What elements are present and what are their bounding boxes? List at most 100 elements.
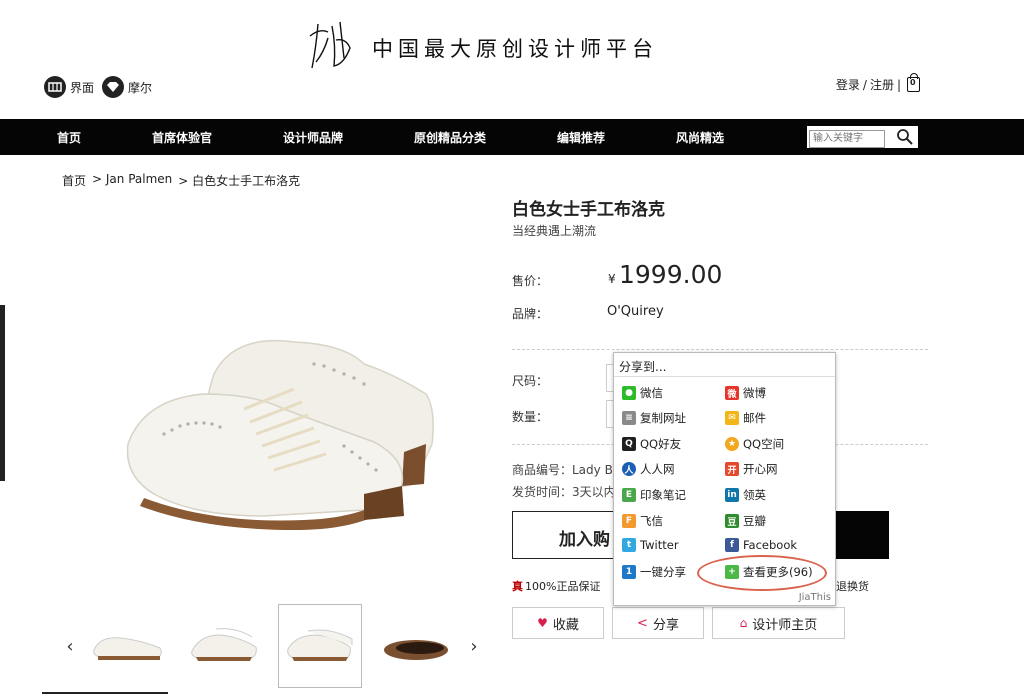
copy-url-icon: ≡ — [622, 411, 636, 425]
register-link[interactable]: 注册 — [870, 76, 894, 93]
annotation-circle — [697, 555, 827, 591]
facebook-icon: f — [725, 538, 739, 552]
moer-logo-icon — [102, 76, 125, 98]
share-item-label: Twitter — [640, 538, 679, 552]
thumbnail-selected[interactable] — [278, 604, 362, 688]
separator: / — [862, 77, 867, 92]
cart-icon[interactable]: 0 — [907, 73, 920, 92]
share-item-label: 人人网 — [640, 462, 675, 476]
share-qzone[interactable]: ★ QQ空间 — [725, 436, 784, 452]
share-one-click[interactable]: 1 一键分享 — [622, 564, 686, 580]
share-copy-url[interactable]: ≡ 复制网址 — [622, 410, 686, 426]
designer-home-label: 设计师主页 — [752, 617, 818, 633]
brand-value[interactable]: O'Quirey — [607, 304, 664, 319]
login-link[interactable]: 登录 — [836, 76, 860, 93]
share-douban[interactable]: 豆豆瓣 — [725, 513, 766, 529]
sku-line: 商品编号：Lady B — [512, 463, 613, 477]
evernote-icon: E — [622, 488, 636, 502]
share-mail[interactable]: ✉ 邮件 — [725, 410, 766, 426]
breadcrumb-current: > 白色女士手工布洛克 — [178, 174, 301, 188]
mail-icon: ✉ — [725, 411, 739, 425]
share-fetion[interactable]: F 飞信 — [622, 513, 663, 529]
twitter-icon: t — [622, 538, 636, 552]
share-item-label: 豆瓣 — [743, 514, 766, 528]
side-tab[interactable] — [0, 305, 5, 481]
size-label: 尺码： — [512, 374, 549, 388]
share-item-label: 领英 — [743, 488, 766, 502]
fetion-icon: F — [622, 514, 636, 528]
share-linkedin[interactable]: in 领英 — [725, 487, 766, 503]
product-subtitle: 当经典遇上潮流 — [512, 224, 597, 238]
cart-count: 0 — [910, 78, 916, 87]
qq-icon: Q — [622, 437, 636, 451]
share-wechat[interactable]: ● 微信 — [622, 385, 663, 401]
authentic-mark: 真 — [512, 580, 523, 593]
jiemian-logo-icon — [44, 76, 66, 98]
share-twitter[interactable]: t Twitter — [622, 538, 679, 552]
buy-now-button[interactable] — [828, 511, 889, 559]
kaixin-icon: 开 — [725, 462, 739, 476]
nav-chief-experience[interactable]: 首席体验官 — [152, 129, 212, 146]
brand-label: 品牌： — [512, 307, 549, 321]
product-price: 1999.00 — [619, 260, 723, 289]
share-facebook[interactable]: f Facebook — [725, 538, 797, 552]
share-popup-title: 分享到... — [614, 353, 835, 377]
thumbnail-strip: ‹ › — [60, 604, 484, 688]
share-qq-friend[interactable]: Q QQ好友 — [622, 436, 681, 452]
thumbnail[interactable] — [182, 604, 266, 688]
quantity-label: 数量： — [512, 410, 549, 424]
breadcrumb-home[interactable]: 首页 — [62, 172, 86, 189]
jiathis-brand[interactable]: JiaThis — [799, 592, 831, 603]
nav-designer-brands[interactable]: 设计师品牌 — [283, 129, 343, 146]
thumb-prev-chevron-icon[interactable]: ‹ — [60, 636, 80, 657]
partner-moer[interactable]: 摩尔 — [102, 76, 152, 98]
thumbnail[interactable] — [86, 604, 170, 688]
site-slogan: 中国最大原创设计师平台 — [372, 37, 658, 61]
share-label: 分享 — [652, 617, 679, 633]
nav-home[interactable]: 首页 — [57, 129, 81, 146]
share-item-label: 微信 — [640, 386, 663, 400]
thumb-next-chevron-icon[interactable]: › — [464, 636, 484, 657]
share-item-label: 复制网址 — [640, 411, 686, 425]
breadcrumb: 首页 > Jan Palmen > 白色女士手工布洛克 — [62, 172, 300, 189]
thumbnail[interactable] — [374, 604, 458, 688]
guarantee-badge: 真 100%正品保证 — [512, 578, 600, 594]
share-button[interactable]: < 分享 — [612, 607, 704, 639]
price-label: 售价： — [512, 274, 549, 288]
one-click-share-icon: 1 — [622, 565, 636, 579]
designer-home-button[interactable]: ⌂ 设计师主页 — [712, 607, 845, 639]
breadcrumb-brand[interactable]: > Jan Palmen — [92, 172, 172, 189]
share-evernote[interactable]: E 印象笔记 — [622, 487, 686, 503]
partner-label: 界面 — [70, 80, 95, 95]
share-item-label: 开心网 — [743, 462, 778, 476]
share-item-label: QQ空间 — [743, 437, 785, 451]
qzone-icon: ★ — [725, 437, 739, 451]
favorite-button[interactable]: ♥ 收藏 — [512, 607, 604, 639]
nav-fashion-picks[interactable]: 风尚精选 — [676, 129, 724, 146]
exchange-policy: 退换货 — [836, 580, 869, 593]
product-title: 白色女士手工布洛克 — [512, 200, 665, 220]
share-item-label: 邮件 — [743, 411, 766, 425]
divider: | — [896, 77, 901, 92]
product-main-image — [64, 194, 468, 596]
main-nav: 首页 首席体验官 设计师品牌 原创精品分类 编辑推荐 风尚精选 — [0, 119, 1024, 155]
divider — [512, 349, 928, 350]
wechat-icon: ● — [622, 386, 636, 400]
linkedin-icon: in — [725, 488, 739, 502]
designer-home-icon: ⌂ — [739, 616, 748, 630]
nav-original-categories[interactable]: 原创精品分类 — [414, 129, 486, 146]
share-item-label: Facebook — [743, 538, 798, 552]
share-weibo[interactable]: 微微博 — [725, 385, 766, 401]
nav-editor-picks[interactable]: 编辑推荐 — [557, 129, 605, 146]
partner-jiemian[interactable]: 界面 — [44, 76, 94, 98]
site-logo[interactable] — [306, 18, 354, 72]
renren-icon: 人 — [622, 462, 636, 476]
partner-label: 摩尔 — [128, 80, 153, 95]
currency-symbol: ¥ — [608, 272, 616, 286]
search-input[interactable] — [809, 129, 885, 148]
guarantee-text: 100%正品保证 — [525, 580, 601, 593]
share-renren[interactable]: 人人人网 — [622, 461, 675, 477]
share-kaixin[interactable]: 开开心网 — [725, 461, 778, 477]
search-icon[interactable] — [896, 128, 914, 146]
douban-icon: 豆 — [725, 514, 739, 528]
